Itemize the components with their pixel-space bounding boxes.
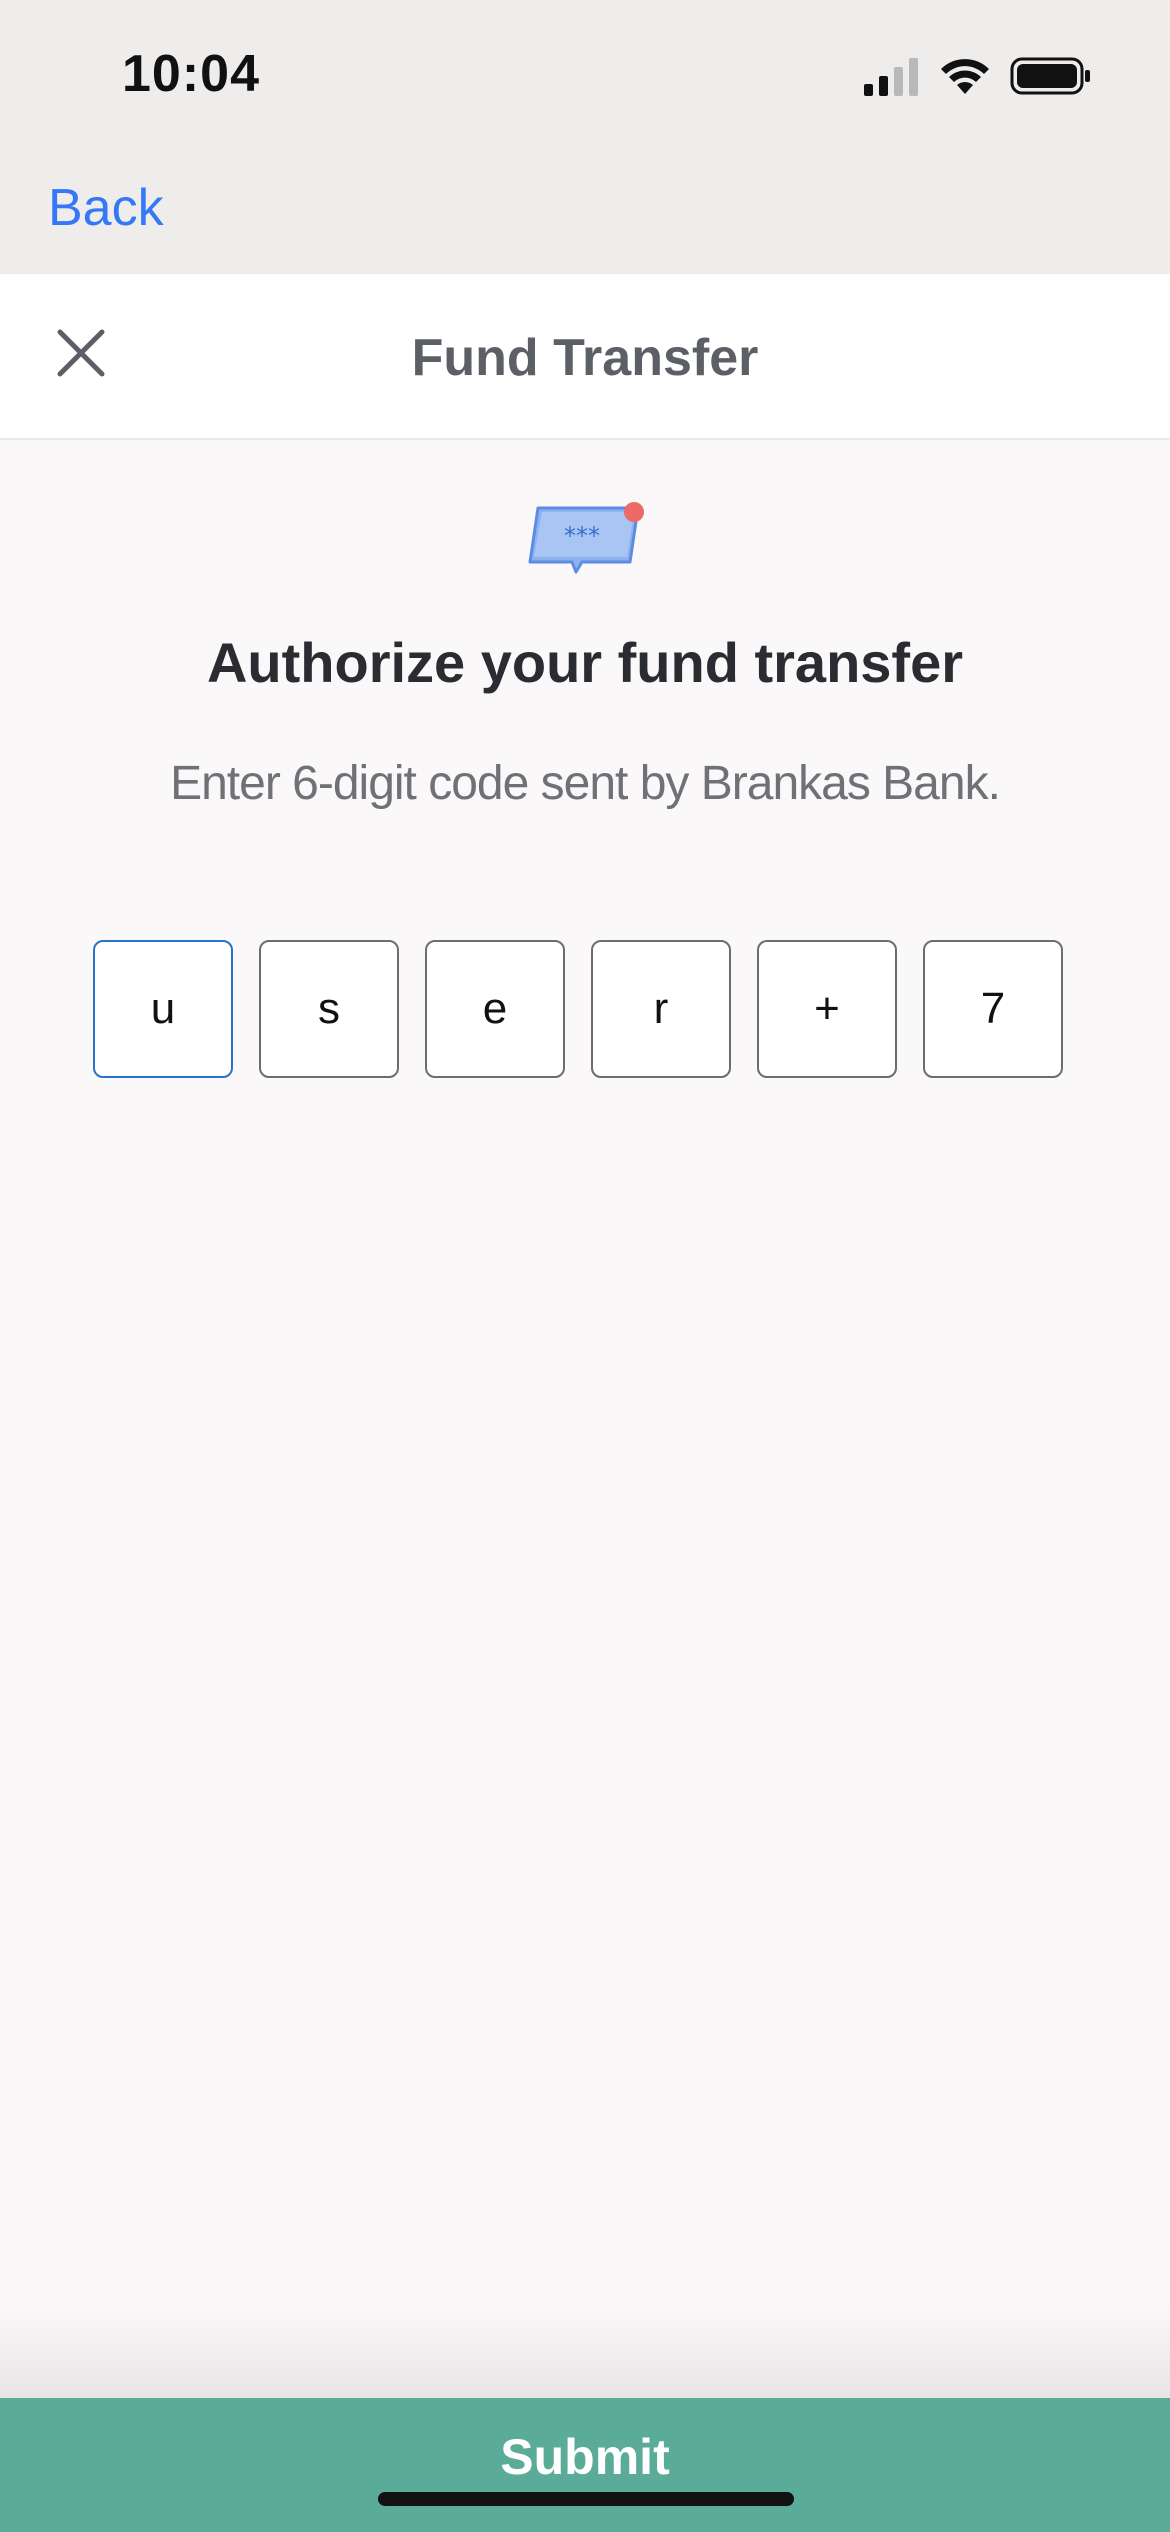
submit-button[interactable]: Submit — [0, 2398, 1170, 2532]
code-input-row: u s e r + 7 — [93, 940, 1077, 1082]
auth-title: Authorize your fund transfer — [206, 631, 964, 694]
back-link[interactable]: Back — [48, 178, 164, 238]
code-digit-5[interactable]: + — [757, 940, 897, 1078]
code-digit-3[interactable]: e — [425, 940, 565, 1078]
bottom-shadow — [0, 2300, 1170, 2400]
header: Fund Transfer — [0, 274, 1170, 440]
battery-icon — [1010, 57, 1090, 95]
illustration-stars: *** — [564, 522, 600, 550]
header-title: Fund Transfer — [411, 329, 759, 387]
status-icons — [862, 54, 1092, 98]
message-code-icon: *** — [524, 500, 648, 580]
code-digit-1[interactable]: u — [93, 940, 233, 1078]
code-digit-6[interactable]: 7 — [923, 940, 1063, 1078]
cellular-signal-icon — [864, 58, 918, 96]
wifi-icon — [941, 59, 989, 94]
home-indicator — [378, 2492, 794, 2506]
code-digit-4[interactable]: r — [591, 940, 731, 1078]
auth-subtitle: Enter 6-digit code sent by Brankas Bank. — [170, 757, 1001, 810]
status-bar: 10:04 — [0, 0, 1170, 150]
nav-bar: Back — [0, 150, 1170, 274]
code-digit-2[interactable]: s — [259, 940, 399, 1078]
status-time: 10:04 — [122, 45, 260, 103]
